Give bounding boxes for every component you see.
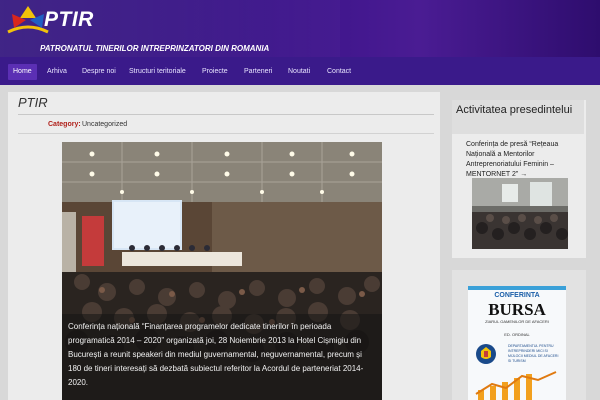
banner-bursa-sub: ZIARUL OAMENILOR DE AFACERI — [485, 319, 549, 324]
government-crest-icon — [476, 344, 496, 364]
image-caption: Conferința națională “Finanțarea program… — [62, 314, 382, 400]
divider — [18, 133, 434, 134]
main-nav: Home Arhiva Despre noi Structuri teritor… — [0, 57, 600, 85]
divider — [18, 114, 434, 115]
nav-arhiva[interactable]: Arhiva — [42, 64, 72, 80]
main-content: PTIR Category: Uncategorized Conferința … — [8, 92, 440, 400]
post-title[interactable]: PTIR — [18, 95, 48, 110]
caption-text: Conferința națională “Finanțarea program… — [68, 322, 364, 387]
growth-chart-icon — [475, 371, 557, 400]
banner-date: ED. ORDINAL — [504, 332, 530, 337]
nav-contact[interactable]: Contact — [322, 64, 356, 80]
thumbnail-photo — [472, 178, 568, 249]
banner-conf: CONFERINTA — [494, 292, 540, 299]
nav-structuri-teritoriale[interactable]: Structuri teritoriale — [124, 64, 191, 80]
sidebar-widget-president: Activitatea presedintelui Conferința de … — [452, 100, 586, 258]
logo-subtitle: PATRONATUL TINERILOR INTREPRINZATORI DIN… — [40, 44, 270, 53]
logo-title[interactable]: PTIR — [44, 8, 94, 32]
category-link[interactable]: Uncategorized — [82, 121, 127, 128]
bursa-banner[interactable]: CONFERINTA BURSA ZIARUL OAMENILOR DE AFA… — [468, 286, 566, 400]
site-header: PTIR PATRONATUL TINERILOR INTREPRINZATOR… — [0, 0, 600, 57]
widget-title: Activitatea presedintelui — [456, 104, 573, 116]
nav-despre-noi[interactable]: Despre noi — [77, 64, 121, 80]
sidebar-widget-banner: CONFERINTA BURSA ZIARUL OAMENILOR DE AFA… — [452, 270, 586, 400]
widget-post-thumbnail[interactable] — [472, 178, 568, 249]
widget-post-link[interactable]: Conferința de presă “Rețeaua Națională a… — [466, 140, 576, 180]
banner-bursa: BURSA — [488, 300, 546, 319]
nav-noutati[interactable]: Noutati — [283, 64, 315, 80]
category-label: Category: — [48, 121, 81, 128]
banner-dept: DEPARTAMENTUL PENTRU INTREPRINDERI MICI … — [508, 344, 559, 363]
nav-home[interactable]: Home — [8, 64, 37, 80]
banner-stripe — [468, 286, 566, 290]
nav-proiecte[interactable]: Proiecte — [197, 64, 233, 80]
widget-header: Activitatea presedintelui — [452, 100, 584, 134]
nav-parteneri[interactable]: Parteneri — [239, 64, 277, 80]
